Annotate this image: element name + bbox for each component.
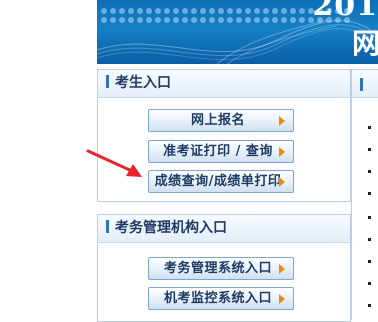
list-bullet	[368, 216, 371, 219]
candidate-entrance-header: 考生入口	[98, 70, 350, 98]
online-registration-button[interactable]: 网上报名	[148, 109, 294, 132]
exam-admin-entrance-panel: 考务管理机构入口 考务管理系统入口 机考监控系统入口	[97, 214, 351, 322]
exam-monitor-system-button[interactable]: 机考监控系统入口	[148, 287, 294, 310]
list-bullet	[368, 126, 371, 129]
score-query-button[interactable]: 成绩查询/成绩单打印	[148, 170, 294, 193]
candidate-entrance-title: 考生入口	[115, 75, 171, 91]
candidate-entrance-panel: 考生入口 网上报名 准考证打印 / 查询 成绩查询/成绩单打印	[97, 69, 351, 202]
banner-title-fragment: 网	[351, 27, 378, 60]
exam-admin-entrance-header: 考务管理机构入口	[98, 215, 350, 243]
annotation-arrow-icon	[86, 149, 142, 177]
arrow-right-icon	[279, 264, 285, 274]
top-banner: 201 网	[97, 0, 378, 64]
banner-year: 201	[312, 0, 378, 23]
arrow-right-icon	[279, 116, 285, 126]
list-bullet	[368, 304, 371, 307]
list-bullet	[368, 170, 371, 173]
header-bar-icon	[106, 220, 109, 233]
list-bullet	[368, 148, 371, 151]
list-bullet	[368, 282, 371, 285]
list-bullet	[368, 260, 371, 263]
header-bar-icon	[106, 75, 109, 88]
list-bullet	[368, 238, 371, 241]
exam-admin-entrance-title: 考务管理机构入口	[115, 220, 227, 236]
right-panel-header	[352, 70, 378, 98]
arrow-right-icon	[279, 177, 285, 187]
arrow-right-icon	[279, 147, 285, 157]
arrow-right-icon	[279, 294, 285, 304]
admission-ticket-print-button[interactable]: 准考证打印 / 查询	[148, 140, 294, 163]
exam-admin-system-button[interactable]: 考务管理系统入口	[148, 257, 294, 280]
right-content-column	[351, 69, 378, 320]
list-bullet	[368, 192, 371, 195]
header-bar-icon	[360, 78, 363, 91]
